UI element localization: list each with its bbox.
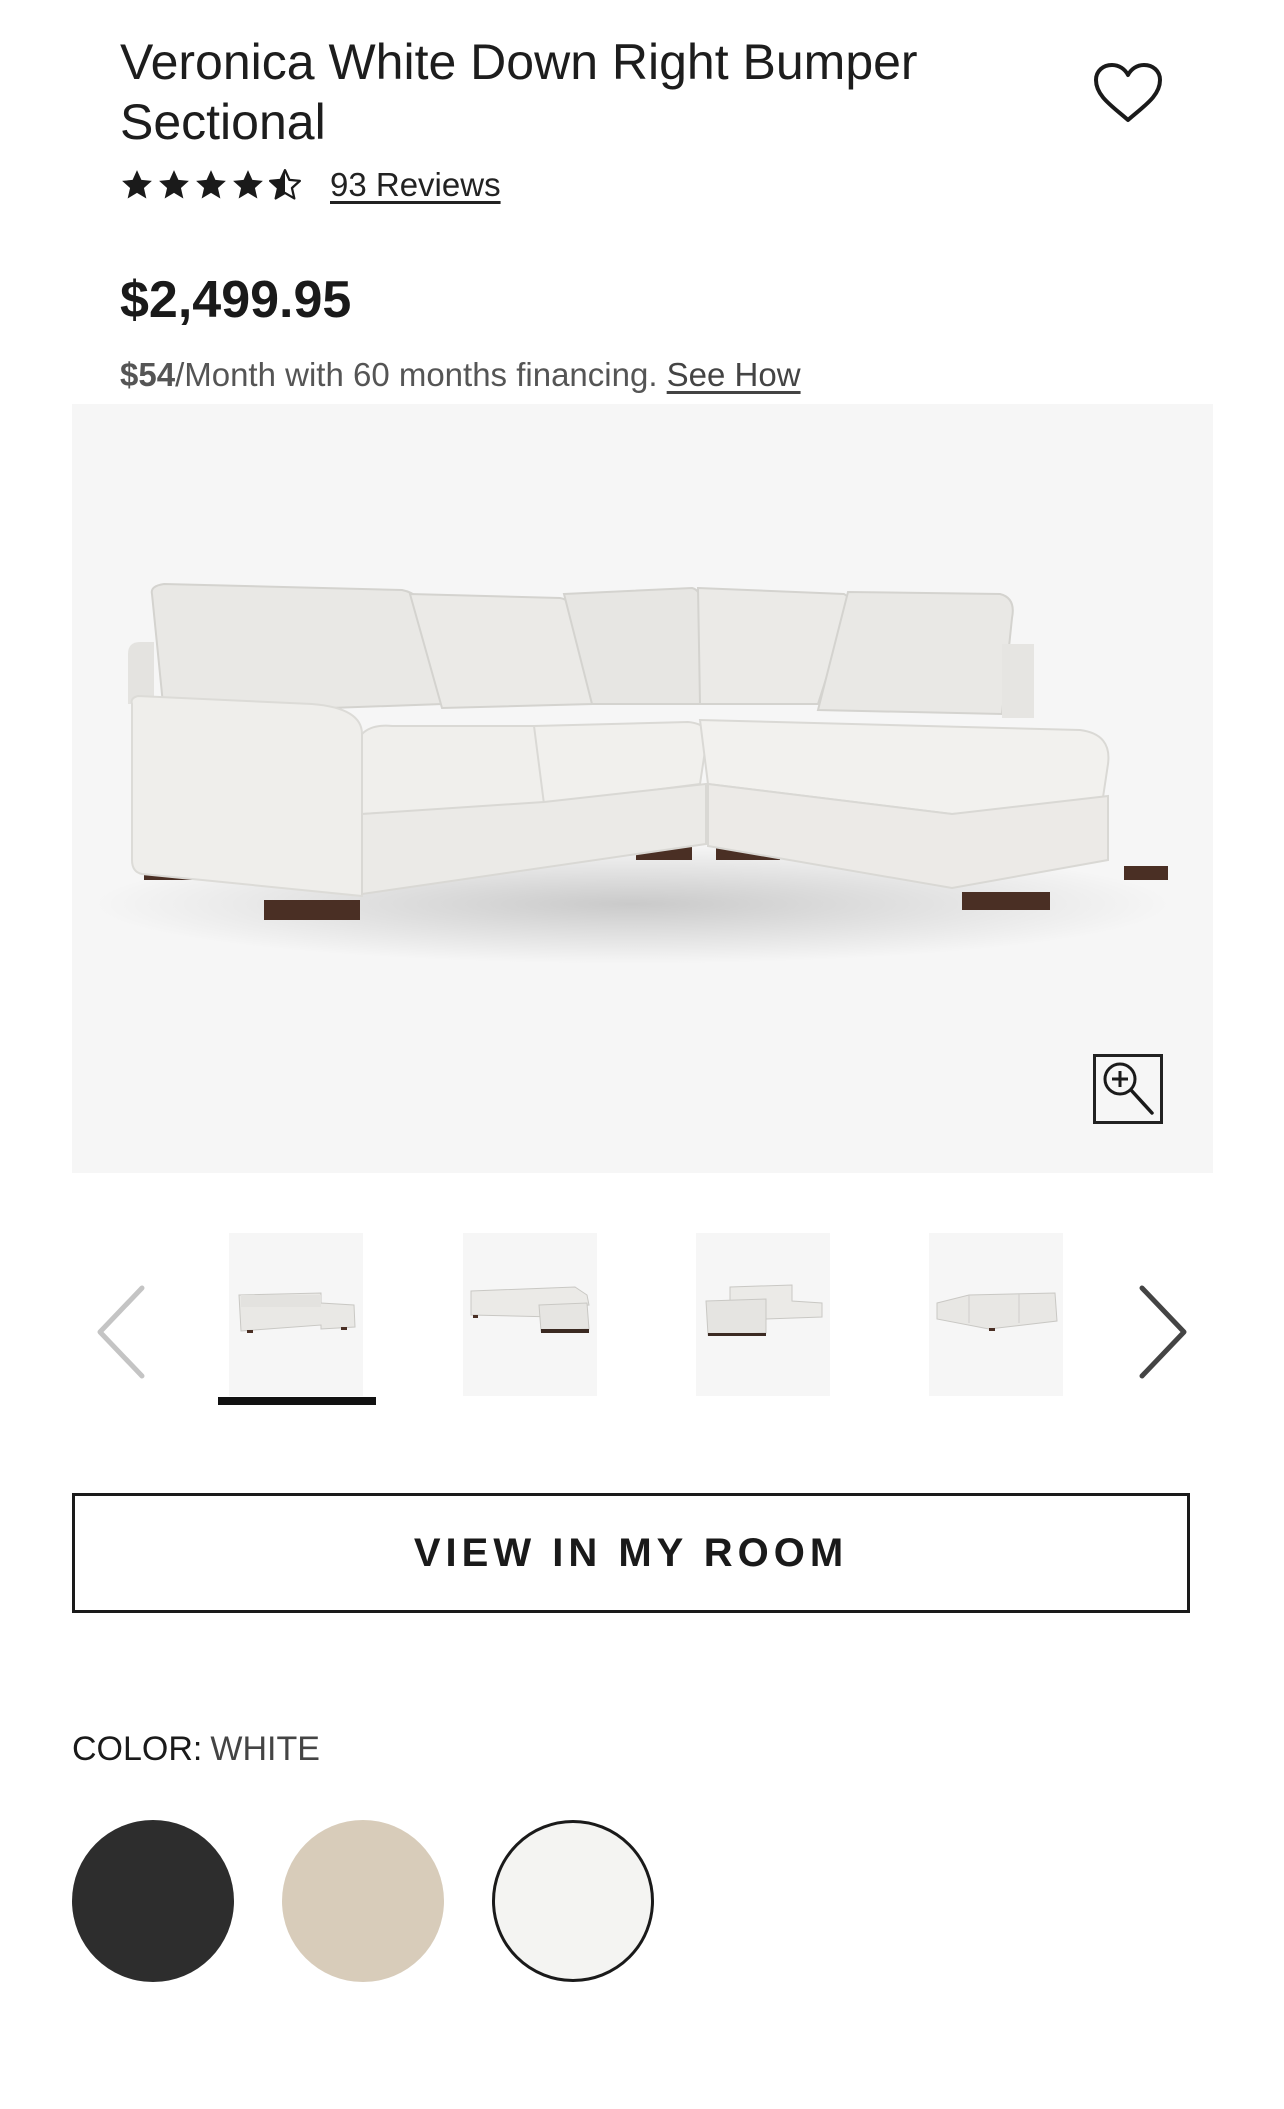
product-title: Veronica White Down Right Bumper Section… (120, 34, 918, 150)
sectional-sofa-illustration (92, 582, 1172, 964)
favorite-button[interactable] (1092, 62, 1164, 124)
zoom-button[interactable] (1093, 1054, 1163, 1124)
star-icon (233, 170, 263, 199)
heart-icon (1094, 63, 1162, 122)
reviews-link[interactable]: 93 Reviews (330, 166, 501, 204)
color-swatch-white[interactable] (492, 1820, 654, 1982)
sectional-thumbnail-image (470, 1286, 590, 1333)
thumbnail-3[interactable] (696, 1233, 830, 1396)
chevron-right-icon (1139, 1285, 1187, 1379)
color-swatch-beige[interactable] (282, 1820, 444, 1982)
half-star-icon (268, 168, 302, 200)
sectional-thumbnail-image (238, 1292, 356, 1333)
color-selection-label: COLOR: WHITE (72, 1730, 320, 1769)
financing-text: /Month with 60 months financing. (175, 356, 667, 393)
previous-image-button[interactable] (92, 1282, 152, 1382)
star-rating (120, 168, 302, 202)
color-swatch-black[interactable] (72, 1820, 234, 1982)
star-icon (122, 170, 152, 199)
thumbnail-2[interactable] (463, 1233, 597, 1396)
financing-amount: $54 (120, 356, 176, 393)
chevron-left-icon (97, 1285, 145, 1379)
next-image-button[interactable] (1132, 1282, 1192, 1382)
main-product-image[interactable] (72, 404, 1213, 1173)
zoom-in-icon (1103, 1062, 1154, 1115)
star-icon (159, 170, 189, 199)
product-price: $2,499.95 (120, 271, 352, 329)
thumbnail-4[interactable] (929, 1233, 1063, 1396)
thumbnail-selected-indicator (218, 1397, 376, 1405)
color-value: WHITE (210, 1730, 320, 1768)
rating-row: 93 Reviews (120, 165, 501, 205)
sectional-thumbnail-image (936, 1292, 1058, 1331)
color-label-text: COLOR: (72, 1730, 203, 1768)
thumbnail-1[interactable] (229, 1233, 363, 1396)
financing-info: $54/Month with 60 months financing. See … (120, 356, 801, 394)
star-icon (196, 170, 226, 199)
view-in-my-room-button[interactable]: VIEW IN MY ROOM (72, 1493, 1190, 1613)
sectional-thumbnail-image (705, 1284, 823, 1336)
see-how-link[interactable]: See How (667, 356, 801, 393)
